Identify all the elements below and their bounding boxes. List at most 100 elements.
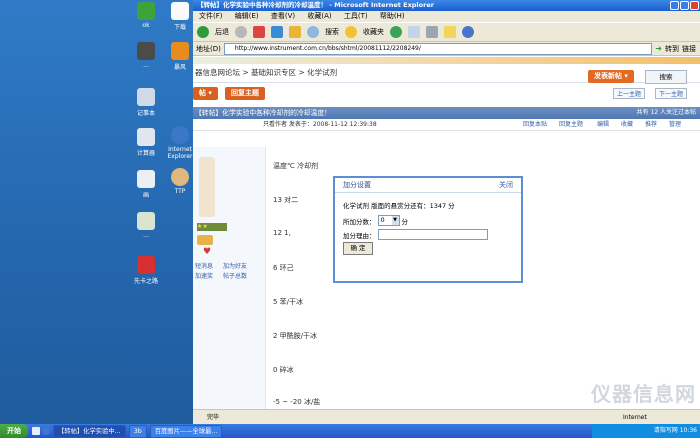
app-icon (137, 2, 155, 20)
refresh-icon[interactable] (271, 26, 283, 38)
new-post-button[interactable]: 发表新帖 ▾ (588, 70, 634, 83)
chevron-down-icon: ▼ (391, 216, 399, 225)
desktop-icon[interactable]: ... (126, 42, 166, 69)
reply-button[interactable]: 回复主题 (225, 87, 265, 100)
menu-tools[interactable]: 工具(T) (344, 12, 368, 20)
desktop-icon[interactable]: 计算器 (126, 128, 166, 157)
window-titlebar[interactable]: 【转帖】化学实验中各种冷却剂的冷却温度！ - Microsoft Interne… (193, 0, 700, 11)
back-icon[interactable] (197, 26, 209, 38)
system-tray: 请指写网 10:36 (592, 424, 700, 438)
post-meta: 只看作者 发表于：2008-11-12 12:39:38 (263, 121, 377, 128)
score-select[interactable]: 0 ▼ (377, 215, 400, 226)
desktop-icon-label: 计算器 (136, 150, 155, 157)
desktop-icon[interactable]: 画 (126, 170, 166, 199)
address-bar: 地址(D) http://www.instrument.com.cn/bbs/s… (193, 42, 700, 56)
desktop-icon-label: ... (143, 62, 149, 69)
post-action[interactable]: 推荐 (645, 119, 657, 130)
desktop-icon[interactable]: 记事本 (126, 88, 166, 117)
desktop-icon-label: 画 (142, 192, 149, 199)
go-button[interactable]: 转到 (665, 44, 679, 54)
history-icon[interactable] (390, 26, 402, 38)
desktop-icon[interactable]: TTP (165, 168, 195, 195)
post-line: 0 碎冰 (273, 366, 294, 374)
post-count-link[interactable]: 帖子总数 (223, 271, 247, 280)
forward-icon[interactable] (235, 26, 247, 38)
prev-thread-link[interactable]: 上一主题 (613, 88, 646, 99)
dialog-close-link[interactable]: 关闭 (499, 178, 513, 192)
search-icon[interactable] (307, 26, 319, 38)
status-bar: 完毕 Internet (193, 409, 700, 424)
app-icon (171, 42, 189, 60)
mail-icon[interactable] (408, 26, 420, 38)
address-input[interactable]: http://www.instrument.com.cn/bbs/shtml/2… (223, 42, 653, 55)
stop-icon[interactable] (253, 26, 265, 38)
taskbar-task[interactable]: 3b (128, 424, 147, 438)
browser-window: 【转帖】化学实验中各种冷却剂的冷却温度！ - Microsoft Interne… (193, 0, 700, 424)
home-icon[interactable] (289, 26, 301, 38)
address-label: 地址(D) (196, 44, 221, 53)
desktop-icon[interactable]: ok (126, 2, 166, 29)
menu-help[interactable]: 帮助(H) (380, 12, 405, 20)
app-icon (137, 212, 155, 230)
quicklaunch-icon[interactable] (32, 427, 40, 435)
thread-title: 【转帖】化学实验中各种冷却剂的冷却温度！ (195, 109, 331, 117)
action-row: 帖 ▾ 回复主题 上一主题 下一主题 (193, 83, 700, 103)
maximize-button[interactable] (680, 1, 689, 10)
add-score-dialog: 加分设置 关闭 化学试剂 版面的悬赏分还有：1347 分 所加分数： 0 ▼ 分… (333, 176, 523, 283)
avatar (199, 157, 215, 217)
desktop-icon[interactable]: 暴风 (165, 42, 195, 71)
tray-clock[interactable]: 请指写网 10:36 (654, 427, 697, 434)
desktop-icon-label: 先卡之路 (133, 278, 158, 285)
start-button[interactable]: 开始 (0, 424, 28, 438)
quicklaunch-icon[interactable] (42, 427, 50, 435)
desktop-icon[interactable]: ... (126, 212, 166, 239)
taskbar-task[interactable]: 【转帖】化学实验中... (53, 424, 126, 438)
add-friend-link[interactable]: 加为好友 (223, 261, 247, 270)
menu-view[interactable]: 查看(V) (271, 12, 295, 20)
menu-favorites[interactable]: 收藏(A) (307, 12, 331, 20)
page-content: 器信息网论坛 > 基础知识专区 > 化学试剂 发表新帖 ▾ 搜索 帖 ▾ 回复主… (193, 57, 700, 409)
heart-icon: ♥ (203, 247, 212, 257)
links-label[interactable]: 链接 (682, 44, 696, 54)
folder-icon[interactable] (444, 26, 456, 38)
score-label: 所加分数： (343, 217, 376, 226)
favorites-label[interactable]: 收藏夹 (363, 27, 384, 37)
close-button[interactable] (690, 1, 699, 10)
rank-stars: ★★ (197, 223, 227, 231)
post-action[interactable]: 收藏 (621, 119, 633, 130)
confirm-button[interactable]: 确 定 (343, 242, 373, 255)
back-label[interactable]: 后退 (215, 27, 229, 37)
post-action[interactable]: 编辑 (597, 119, 609, 130)
dialog-title: 加分设置 (343, 181, 371, 189)
messenger-icon[interactable] (462, 26, 474, 38)
medal-icon (197, 235, 213, 245)
menu-edit[interactable]: 编辑(E) (235, 12, 259, 20)
reason-input[interactable] (377, 229, 488, 240)
new-thread-button[interactable]: 帖 ▾ (193, 87, 218, 100)
go-arrow-icon[interactable]: ➜ (655, 44, 662, 53)
menu-file[interactable]: 文件(F) (199, 12, 223, 20)
post-line: 13 对二 (273, 196, 299, 204)
print-icon[interactable] (426, 26, 438, 38)
desktop-icon[interactable]: 下载 (165, 2, 195, 31)
desktop-icon[interactable]: Internet Explorer (165, 126, 195, 160)
post-meta-bar: 只看作者 发表于：2008-11-12 12:39:38 回复本贴 回复主题 编… (193, 119, 700, 131)
search-label[interactable]: 搜索 (325, 27, 339, 37)
post-line: 12 1, (273, 229, 291, 237)
app-icon (171, 2, 189, 20)
app-icon (137, 256, 155, 274)
send-message-link[interactable]: 短消息 (195, 261, 213, 270)
taskbar-task[interactable]: 百度图片——全球最... (149, 424, 223, 438)
favorites-icon[interactable] (345, 26, 357, 38)
reason-row: 加分理由： (343, 229, 488, 240)
post-line: 2 甲酰胺/干冰 (273, 332, 318, 340)
post-action[interactable]: 管理 (669, 119, 681, 130)
rate-link[interactable]: 加速奖 (195, 271, 213, 280)
post-action[interactable]: 回复主题 (559, 119, 583, 130)
minimize-button[interactable] (670, 1, 679, 10)
next-thread-link[interactable]: 下一主题 (655, 88, 688, 99)
search-small-button[interactable]: 搜索 (645, 70, 687, 84)
post-action[interactable]: 回复本贴 (523, 119, 547, 130)
desktop-icon[interactable]: 先卡之路 (126, 256, 166, 285)
taskbar: 开始 【转帖】化学实验中... 3b 百度图片——全球最... 请指写网 10:… (0, 424, 700, 438)
